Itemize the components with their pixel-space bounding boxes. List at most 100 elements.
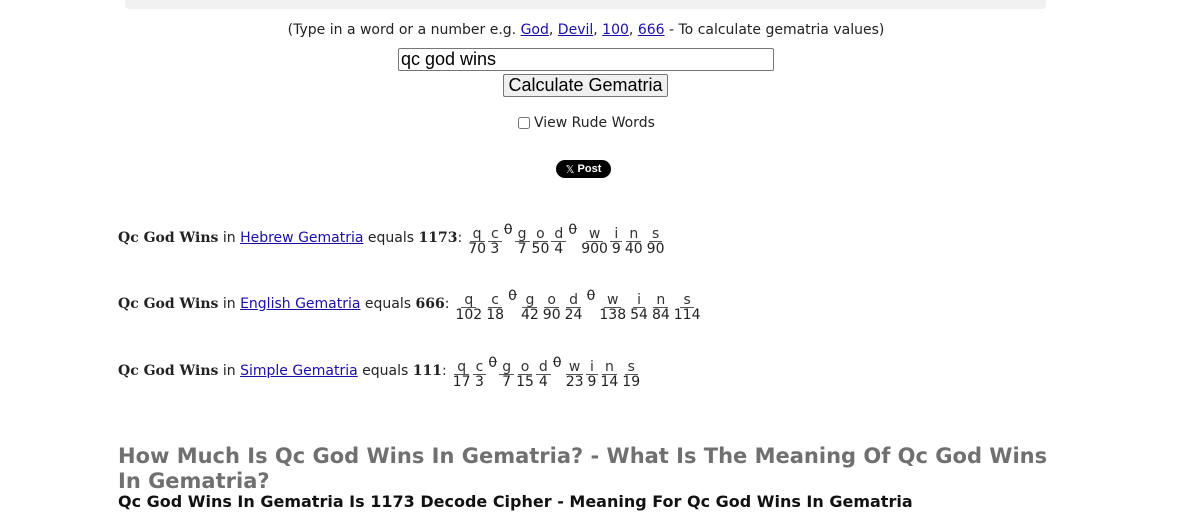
letter-value-pair: i9 — [586, 360, 599, 390]
letter-char: d — [551, 227, 567, 242]
result-total: 111 — [412, 363, 443, 379]
example-link-666[interactable]: 666 — [638, 22, 665, 38]
letter-value-pair: g7 — [514, 227, 530, 257]
letter-value-pair: 0 — [584, 289, 597, 323]
letter-char: c — [488, 227, 502, 242]
letter-value-pair: w 138 — [597, 293, 628, 323]
letter-value: 0 — [552, 355, 562, 371]
result-label: Qc God Wins in Hebrew Gematria equals 11… — [118, 230, 463, 246]
search-input[interactable] — [398, 48, 774, 71]
x-logo-icon: 𝕏 — [565, 163, 575, 176]
letter-value-pair: q 17 — [451, 360, 473, 390]
letter-value-pair: n 40 — [623, 227, 645, 257]
gematria-result-row: Qc God Wins in Hebrew Gematria equals 11… — [118, 222, 667, 257]
letter-char: o — [533, 227, 548, 242]
letter-char: d — [566, 293, 581, 308]
letter-value: 138 — [599, 307, 627, 323]
letter-value: 4 — [538, 374, 548, 390]
page-subheadline: Qc God Wins In Gematria Is 1173 Decode C… — [118, 492, 913, 511]
letter-value-pair: q 70 — [466, 227, 488, 257]
letter-value: 54 — [630, 307, 648, 323]
letter-value-pair: s 114 — [672, 293, 703, 323]
letter-value-pair: 0 — [502, 223, 515, 257]
letter-value: 70 — [468, 241, 487, 257]
rude-words-checkbox[interactable] — [518, 117, 530, 129]
result-phrase: Qc God Wins — [118, 230, 219, 246]
letter-value: 84 — [651, 307, 670, 323]
cipher-link[interactable]: Hebrew Gematria — [240, 230, 363, 246]
letter-value: 18 — [486, 307, 505, 323]
instructions-text: (Type in a word or a number e.g. God, De… — [287, 22, 885, 38]
letter-value: 0 — [568, 222, 578, 238]
letter-value-pair: g7 — [499, 360, 515, 390]
letter-value: 90 — [542, 307, 561, 323]
letter-value-pair: d 24 — [563, 293, 585, 323]
letter-value-pair: c3 — [488, 227, 502, 257]
letter-value: 15 — [516, 374, 534, 390]
letter-value: 42 — [520, 307, 539, 323]
gematria-result-row: Qc God Wins in English Gematria equals 6… — [118, 288, 703, 323]
letter-value-pair: 0 — [566, 223, 579, 257]
letter-value: 50 — [531, 241, 550, 257]
letter-value: 17 — [452, 374, 471, 390]
letter-value: 40 — [624, 241, 643, 257]
letter-value: 19 — [622, 374, 641, 390]
letter-value-pair: q 102 — [453, 293, 484, 323]
letter-char: s — [648, 227, 663, 242]
letter-char: q — [461, 293, 477, 308]
result-phrase: Qc God Wins — [118, 296, 219, 312]
letter-value: 114 — [673, 307, 701, 323]
cipher-link[interactable]: English Gematria — [240, 296, 360, 312]
letter-value: 0 — [586, 288, 596, 304]
gematria-result-row: Qc God Wins in Simple Gematria equals 11… — [118, 355, 642, 390]
letter-value: 102 — [455, 307, 483, 323]
result-total: 1173 — [418, 230, 458, 246]
result-label: Qc God Wins in English Gematria equals 6… — [118, 296, 450, 312]
letter-value-pair: s 19 — [620, 360, 642, 390]
letter-value-pair: d4 — [551, 227, 567, 257]
letter-char: n — [626, 227, 642, 242]
letter-value-pair: n 84 — [650, 293, 672, 323]
top-panel-edge — [125, 0, 1046, 9]
letter-char: w — [565, 360, 584, 375]
example-link-100[interactable]: 100 — [602, 22, 629, 38]
letter-value-pair: c 18 — [484, 293, 506, 323]
calculate-gematria-button[interactable]: Calculate Gematria — [503, 74, 668, 97]
letter-char: w — [585, 227, 604, 242]
letter-value: 14 — [600, 374, 619, 390]
example-link-god[interactable]: God — [521, 22, 549, 38]
letter-value-pair: g 42 — [519, 293, 541, 323]
letter-char: g — [522, 293, 538, 308]
letter-value-pair: w 900 — [579, 227, 610, 257]
letter-value-pair: w 23 — [564, 360, 586, 390]
letter-value: 9 — [611, 241, 621, 257]
letter-char: i — [610, 227, 623, 242]
letter-value: 24 — [564, 307, 583, 323]
letter-char: n — [653, 293, 669, 308]
letter-value: 3 — [490, 241, 500, 257]
page-headline: How Much Is Qc God Wins In Gematria? - W… — [118, 444, 1048, 493]
x-post-button[interactable]: 𝕏 Post — [556, 160, 611, 178]
letter-value: 4 — [554, 241, 564, 257]
letter-value-pair: d4 — [535, 360, 551, 390]
letter-char: c — [488, 293, 502, 308]
letter-value: 0 — [508, 288, 517, 304]
letter-value: 90 — [646, 241, 665, 257]
letter-char: g — [514, 227, 530, 242]
instructions-suffix: - To calculate gematria values) — [664, 22, 885, 38]
letter-value-pair: n 14 — [598, 360, 620, 390]
letter-value: 7 — [517, 241, 527, 257]
example-link-devil[interactable]: Devil — [558, 22, 593, 38]
letter-char: q — [454, 360, 470, 375]
letter-char: g — [499, 360, 515, 375]
rude-words-label: View Rude Words — [534, 115, 655, 131]
cipher-link[interactable]: Simple Gematria — [240, 363, 358, 379]
letter-char: o — [517, 360, 533, 375]
letter-value-pair: o 90 — [541, 293, 563, 323]
letter-value-pair: 0 — [506, 289, 519, 323]
result-label: Qc God Wins in Simple Gematria equals 11… — [118, 363, 447, 379]
view-rude-words-toggle[interactable]: View Rude Words — [518, 114, 655, 132]
result-phrase: Qc God Wins — [118, 363, 219, 379]
letter-value-pair: 0 — [551, 356, 564, 390]
letter-value: 0 — [503, 222, 513, 238]
